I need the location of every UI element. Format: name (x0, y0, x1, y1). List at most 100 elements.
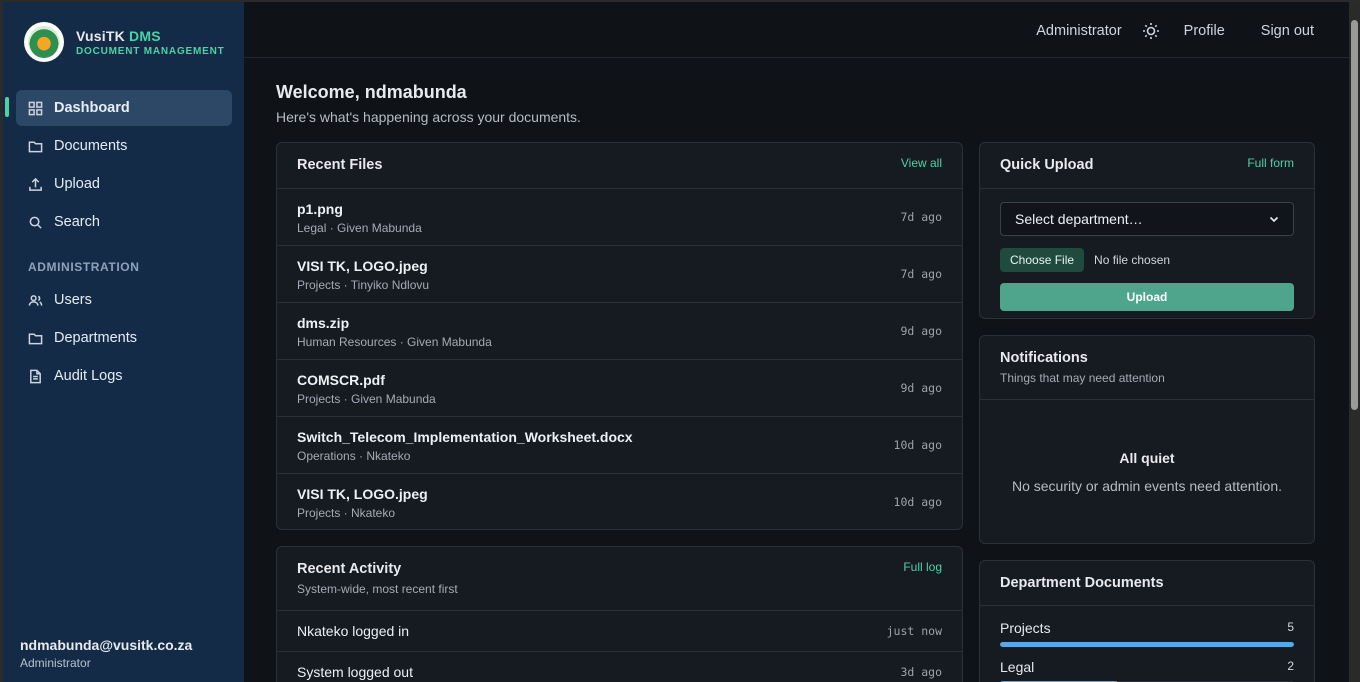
sign-out-link[interactable]: Sign out (1261, 23, 1314, 39)
users-icon (28, 294, 43, 306)
file-time: 10d ago (893, 495, 942, 509)
file-meta: Legal · Given Mabunda (297, 221, 422, 235)
chevron-down-icon (1269, 216, 1279, 223)
search-icon (29, 216, 42, 229)
empty-state: All quiet No security or admin events ne… (980, 400, 1314, 494)
app-window: VusiTK DMS DOCUMENT MANAGEMENT Dashboard… (3, 2, 1349, 682)
grid-icon (28, 101, 43, 115)
file-meta: Projects · Tinyiko Ndlovu (297, 278, 430, 292)
file-meta: Operations · Nkateko (297, 449, 411, 463)
file-meta: Human Resources · Given Mabunda (297, 335, 492, 349)
sidebar-item-label: Documents (54, 138, 128, 154)
active-indicator (5, 97, 9, 117)
activity-row: Nkateko logged in just now (277, 611, 962, 652)
sidebar-item-label: Departments (54, 330, 138, 346)
sidebar-item-label: Search (54, 214, 100, 230)
brand-name: VusiTK DMS (76, 28, 225, 44)
file-picker: Choose File No file chosen (1000, 248, 1294, 272)
card-title: Recent Files (297, 157, 383, 173)
sidebar-item-search[interactable]: Search (16, 204, 232, 240)
admin-section-heading: ADMINISTRATION (28, 260, 140, 274)
file-name: COMSCR.pdf (297, 372, 385, 388)
file-name: VISI TK, LOGO.jpeg (297, 258, 428, 274)
department-select-value: Select department… (1015, 211, 1143, 227)
sidebar-item-audit-logs[interactable]: Audit Logs (16, 358, 232, 394)
sidebar-item-users[interactable]: Users (16, 282, 232, 318)
sidebar-item-departments[interactable]: Departments (16, 320, 232, 356)
file-time: 10d ago (893, 438, 942, 452)
upload-icon (29, 177, 42, 191)
brand-subtitle: DOCUMENT MANAGEMENT (76, 45, 225, 57)
file-name: VISI TK, LOGO.jpeg (297, 486, 428, 502)
activity-time: 3d ago (900, 665, 942, 679)
current-user: ndmabunda@vusitk.co.za Administrator (20, 637, 192, 670)
page-subtitle: Here's what's happening across your docu… (276, 109, 581, 125)
page-scrollbar[interactable] (1349, 2, 1360, 682)
folder-icon (28, 333, 43, 344)
department-name: Projects (1000, 620, 1051, 636)
choose-file-button[interactable]: Choose File (1000, 248, 1085, 272)
user-email: ndmabunda@vusitk.co.za (20, 637, 193, 653)
card-title: Department Documents (1000, 575, 1164, 591)
sidebar-nav: Dashboard Documents Upload Search ADMINI… (16, 90, 232, 396)
card-title: Notifications (1000, 350, 1088, 366)
brand[interactable]: VusiTK DMS DOCUMENT MANAGEMENT (24, 22, 225, 62)
activity-time: just now (886, 624, 942, 638)
brand-name-accent: DMS (129, 27, 161, 44)
quick-upload-card: Quick Upload Full form Select department… (979, 142, 1315, 319)
file-time: 7d ago (900, 210, 942, 224)
file-meta: Projects · Nkateko (297, 506, 396, 520)
file-meta: Projects · Given Mabunda (297, 392, 436, 406)
file-name: Switch_Telecom_Implementation_Worksheet.… (297, 429, 633, 445)
topbar: Administrator Profile Sign out (244, 2, 1349, 58)
user-role: Administrator (20, 656, 91, 670)
sidebar-item-label: Upload (54, 176, 100, 192)
brand-name-main: VusiTK (76, 27, 125, 44)
department-bar-fill (1000, 642, 1294, 647)
welcome-header: Welcome, ndmabunda Here's what's happeni… (276, 82, 581, 125)
page-title: Welcome, ndmabunda (276, 82, 467, 102)
file-row[interactable]: VISI TK, LOGO.jpeg Projects · Nkateko 10d … (277, 474, 962, 529)
department-count: 5 (1287, 620, 1294, 634)
file-row[interactable]: p1.png Legal · Given Mabunda 7d ago (277, 189, 962, 246)
department-row: Projects 5 (980, 620, 1314, 647)
file-icon (30, 369, 41, 383)
recent-activity-card: Recent Activity System-wide, most recent… (276, 546, 963, 682)
department-bar (1000, 642, 1294, 647)
empty-title: All quiet (1119, 450, 1175, 466)
sidebar-item-documents[interactable]: Documents (16, 128, 232, 164)
file-row[interactable]: dms.zip Human Resources · Given Mabunda 9d… (277, 303, 962, 360)
sidebar-item-upload[interactable]: Upload (16, 166, 232, 202)
sidebar-item-label: Dashboard (54, 100, 130, 116)
recent-files-card: Recent Files View all p1.png Legal · Give… (276, 142, 963, 530)
notifications-card: Notifications Things that may need atten… (979, 335, 1315, 544)
department-documents-card: Department Documents Projects 5 Legal 2 (979, 560, 1315, 682)
sidebar-item-dashboard[interactable]: Dashboard (16, 90, 232, 126)
sidebar-item-label: Users (54, 292, 92, 308)
card-title: Recent Activity (297, 561, 402, 577)
activity-row: System logged out 3d ago (277, 652, 962, 682)
role-label: Administrator (1036, 23, 1122, 39)
full-log-link[interactable]: Full log (903, 560, 942, 574)
file-row[interactable]: VISI TK, LOGO.jpeg Projects · Tinyiko Ndl… (277, 246, 962, 303)
file-time: 9d ago (900, 324, 942, 338)
scrollbar-thumb[interactable] (1351, 20, 1358, 410)
theme-toggle-sun-icon[interactable] (1142, 22, 1160, 40)
upload-button[interactable]: Upload (1000, 283, 1294, 311)
department-select[interactable]: Select department… (1000, 202, 1294, 236)
full-form-link[interactable]: Full form (1247, 156, 1294, 170)
card-subtitle: Things that may need attention (1000, 371, 1165, 385)
sidebar-item-label: Audit Logs (54, 368, 123, 384)
department-count: 2 (1287, 659, 1294, 673)
department-name: Legal (1000, 659, 1035, 675)
file-time: 9d ago (900, 381, 942, 395)
file-time: 7d ago (900, 267, 942, 281)
file-row[interactable]: COMSCR.pdf Projects · Given Mabunda 9d ago (277, 360, 962, 417)
file-row[interactable]: Switch_Telecom_Implementation_Worksheet.… (277, 417, 962, 474)
profile-link[interactable]: Profile (1184, 23, 1225, 39)
empty-text: No security or admin events need attenti… (1011, 478, 1283, 494)
department-row: Legal 2 (980, 659, 1314, 682)
view-all-link[interactable]: View all (901, 156, 942, 170)
activity-text: System logged out (297, 664, 413, 680)
logo (24, 22, 64, 62)
